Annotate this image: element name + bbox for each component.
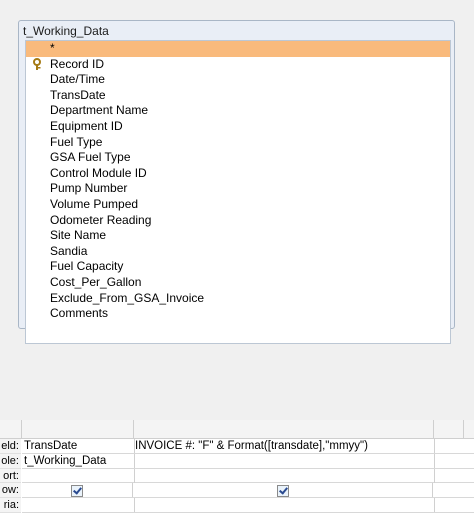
- field-item[interactable]: Department Name: [26, 103, 450, 119]
- field-item[interactable]: Date/Time: [26, 72, 450, 88]
- field-label: Cost_Per_Gallon: [50, 274, 142, 289]
- column-divider: [463, 420, 464, 438]
- field-label: Site Name: [50, 228, 107, 243]
- field-label: Sandia: [50, 243, 88, 258]
- field-item[interactable]: Control Module ID: [26, 166, 450, 182]
- pane-splitter[interactable]: [0, 406, 474, 420]
- field-item-all[interactable]: *: [26, 41, 450, 57]
- field-item[interactable]: Comments: [26, 306, 450, 322]
- criteria-cell[interactable]: [433, 498, 474, 512]
- field-item[interactable]: Pump Number: [26, 181, 450, 197]
- field-label: Comments: [50, 306, 109, 321]
- field-cell[interactable]: [433, 439, 474, 453]
- table-field-list-window[interactable]: t_Working_Data * Record ID Date/Time TransD…: [18, 20, 455, 344]
- field-label: Control Module ID: [50, 165, 147, 180]
- field-item[interactable]: Record ID: [26, 57, 450, 73]
- grid-row-table: t_Working_Data: [22, 453, 474, 469]
- row-header-sort: ort:: [0, 468, 21, 484]
- table-title[interactable]: t_Working_Data: [23, 24, 109, 38]
- field-label: TransDate: [50, 87, 106, 102]
- table-cell[interactable]: [133, 453, 435, 468]
- show-checkbox[interactable]: [276, 485, 289, 498]
- field-label: *: [50, 41, 55, 55]
- field-label: Date/Time: [50, 72, 105, 87]
- table-cell[interactable]: t_Working_Data: [22, 453, 135, 468]
- field-item[interactable]: Equipment ID: [26, 119, 450, 135]
- field-label: Fuel Capacity: [50, 259, 124, 274]
- show-cell: [133, 483, 433, 498]
- field-item[interactable]: Site Name: [26, 228, 450, 244]
- field-label: Equipment ID: [50, 118, 123, 133]
- show-checkbox[interactable]: [71, 485, 83, 498]
- criteria-cell[interactable]: [22, 498, 135, 513]
- field-label: Volume Pumped: [50, 196, 139, 211]
- sort-cell[interactable]: [433, 469, 474, 483]
- grid-row-show: [22, 483, 474, 499]
- field-cell[interactable]: TransDate: [22, 439, 135, 453]
- field-item[interactable]: Sandia: [26, 244, 450, 260]
- field-item[interactable]: Cost_Per_Gallon: [26, 275, 450, 291]
- row-header-table: ole:: [0, 453, 21, 469]
- table-cell[interactable]: [433, 454, 474, 468]
- field-item[interactable]: Fuel Type: [26, 135, 450, 151]
- field-item[interactable]: GSA Fuel Type: [26, 150, 450, 166]
- column-selector-bar[interactable]: [0, 420, 474, 439]
- row-header-field: eld:: [0, 439, 21, 454]
- column-divider: [21, 420, 22, 438]
- field-item[interactable]: Exclude_From_GSA_Invoice: [26, 291, 450, 307]
- row-header-show: ow:: [0, 483, 21, 499]
- grid-row-sort: [22, 468, 474, 484]
- query-design-area: t_Working_Data * Record ID Date/Time TransD…: [0, 0, 474, 406]
- field-label: GSA Fuel Type: [50, 150, 131, 165]
- sort-cell[interactable]: [133, 468, 435, 483]
- primary-key-icon: [33, 57, 41, 70]
- field-label: Pump Number: [50, 181, 128, 196]
- sort-cell[interactable]: [22, 468, 135, 483]
- show-cell: [433, 483, 474, 497]
- field-list[interactable]: * Record ID Date/Time TransDate Department N…: [25, 40, 451, 344]
- field-label: Fuel Type: [50, 134, 103, 149]
- field-label: Department Name: [50, 103, 149, 118]
- grid-row-headers: eld: ole: ort: ow: ria:: [0, 439, 21, 513]
- show-cell: [22, 483, 133, 498]
- criteria-cell[interactable]: [133, 498, 435, 513]
- field-label: Odometer Reading: [50, 212, 152, 227]
- field-item[interactable]: Odometer Reading: [26, 213, 450, 229]
- column-divider: [433, 420, 434, 438]
- field-label: Record ID: [50, 56, 105, 71]
- field-item[interactable]: TransDate: [26, 88, 450, 104]
- field-item[interactable]: Volume Pumped: [26, 197, 450, 213]
- field-cell[interactable]: INVOICE #: "F" & Format([transdate],"mmy…: [133, 439, 435, 453]
- column-divider: [133, 420, 134, 438]
- grid-row-field: TransDate INVOICE #: "F" & Format([trans…: [22, 439, 474, 454]
- field-label: Exclude_From_GSA_Invoice: [50, 290, 205, 305]
- field-item[interactable]: Fuel Capacity: [26, 259, 450, 275]
